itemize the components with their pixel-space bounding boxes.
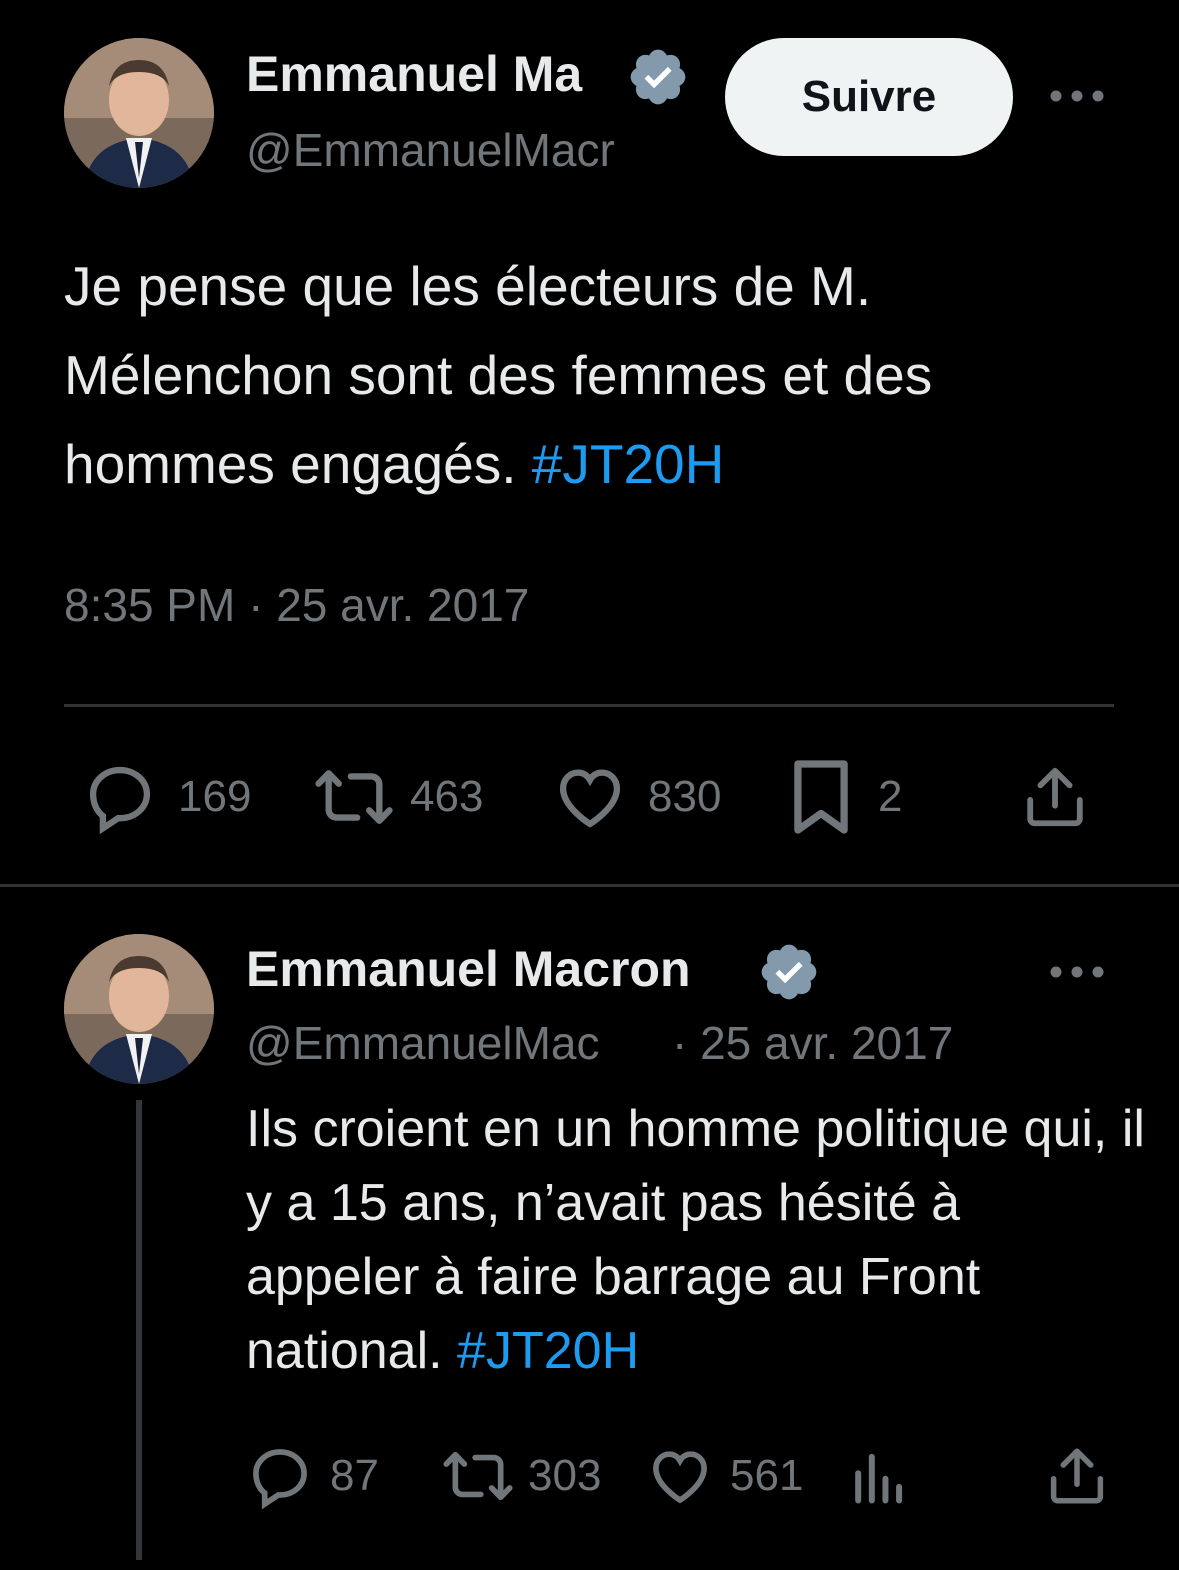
tweet-body: Je pense que les électeurs de M. Mélench… [64,255,933,495]
like-button[interactable]: 830 [552,758,721,836]
follow-button[interactable]: Suivre [725,38,1013,156]
retweet-count: 463 [410,772,484,821]
divider [64,704,1114,707]
share-icon [1027,767,1083,827]
reply-icon [89,766,151,835]
tweet-body: Ils croient en un homme politique qui, i… [246,1100,1145,1380]
retweet-button[interactable]: 303 [440,1440,601,1512]
author-handle[interactable]: @EmmanuelMacr [246,123,691,181]
retweet-icon [315,770,393,824]
author-name[interactable]: Emmanuel Ma [246,45,621,107]
thread-line [136,1100,142,1560]
views-button[interactable] [850,1440,910,1512]
heart-icon [559,769,621,828]
like-count: 561 [730,1451,804,1500]
bookmark-button[interactable]: 2 [788,758,902,836]
tweet-text: Je pense que les électeurs de M. Mélench… [64,242,1134,509]
tweet-date[interactable]: · 25 avr. 2017 [672,1016,953,1070]
author-handle[interactable]: @EmmanuelMac [246,1016,664,1074]
tweet-text: Ils croient en un homme politique qui, i… [246,1092,1146,1388]
more-horizontal-icon[interactable] [1048,962,1106,982]
verified-badge-icon [630,49,686,105]
like-button[interactable]: 561 [646,1440,803,1512]
more-horizontal-icon[interactable] [1048,86,1106,106]
bookmark-icon [794,760,848,834]
bookmark-count: 2 [878,772,903,821]
share-icon [1050,1448,1104,1504]
hashtag-link[interactable]: #JT20H [532,433,725,495]
tweet-separator [0,884,1179,887]
retweet-icon [443,1451,513,1501]
share-button[interactable] [1044,1440,1110,1512]
retweet-button[interactable]: 463 [312,758,483,836]
reply-icon [253,1449,307,1510]
like-count: 830 [648,772,722,821]
reply-count: 87 [330,1451,379,1500]
reply-button[interactable]: 169 [82,758,251,836]
verified-badge-icon [761,944,817,1000]
author-avatar[interactable] [64,934,214,1084]
heart-icon [653,1451,707,1504]
tweet-timestamp[interactable]: 8:35 PM · 25 avr. 2017 [64,578,529,632]
author-avatar[interactable] [64,38,214,188]
share-button[interactable] [1020,758,1090,836]
author-name[interactable]: Emmanuel Macron [246,940,691,1002]
hashtag-link[interactable]: #JT20H [457,1322,639,1380]
reply-count: 169 [178,772,252,821]
analytics-icon [855,1453,903,1504]
retweet-count: 303 [528,1451,602,1500]
reply-button[interactable]: 87 [246,1440,379,1512]
